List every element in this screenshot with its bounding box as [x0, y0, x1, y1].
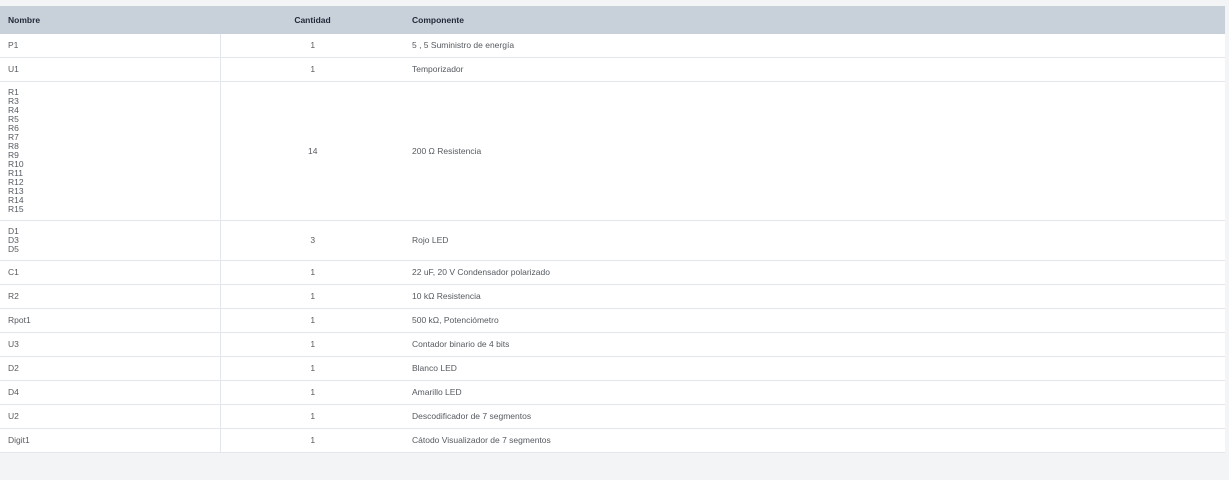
cell-quantity: 1 — [220, 356, 405, 381]
designator: R8 — [8, 141, 19, 151]
designator: Digit1 — [8, 435, 30, 445]
cell-name: Rpot1 — [0, 308, 221, 333]
designator: P1 — [8, 40, 19, 50]
cell-quantity: 3 — [220, 220, 405, 261]
designator: R2 — [8, 291, 19, 301]
designator: D5 — [8, 244, 19, 254]
table-row: P1 1 5 , 5 Suministro de energía — [0, 34, 1225, 58]
table-row: D2 1 Blanco LED — [0, 356, 1225, 381]
cell-component: 10 kΩ Resistencia — [405, 284, 1225, 309]
cell-name: U3 — [0, 332, 221, 357]
cell-quantity: 1 — [220, 380, 405, 405]
cell-quantity: 1 — [220, 34, 405, 58]
cell-component: 200 Ω Resistencia — [405, 81, 1225, 221]
cell-component: 5 , 5 Suministro de energía — [405, 34, 1225, 58]
cell-name: D2 — [0, 356, 221, 381]
cell-component: Contador binario de 4 bits — [405, 332, 1225, 357]
cell-name: D1 D3 D5 — [0, 220, 221, 261]
table-row: U3 1 Contador binario de 4 bits — [0, 332, 1225, 357]
designator: R11 — [8, 168, 23, 178]
designator: R7 — [8, 132, 19, 142]
header-component[interactable]: Componente — [405, 6, 1225, 34]
table-row: Rpot1 1 500 kΩ, Potenciómetro — [0, 308, 1225, 333]
designator: R9 — [8, 150, 19, 160]
cell-component: 22 uF, 20 V Condensador polarizado — [405, 260, 1225, 285]
header-name[interactable]: Nombre — [0, 6, 220, 34]
table-row: C1 1 22 uF, 20 V Condensador polarizado — [0, 260, 1225, 285]
cell-name: U1 — [0, 57, 221, 82]
cell-quantity: 14 — [220, 81, 405, 221]
designator: R13 — [8, 186, 24, 196]
header-row: Nombre Cantidad Componente — [0, 6, 1225, 34]
bom-table: Nombre Cantidad Componente P1 1 5 , 5 Sumi… — [0, 6, 1225, 453]
cell-component: Amarillo LED — [405, 380, 1225, 405]
designator: R12 — [8, 177, 24, 187]
designator: R5 — [8, 114, 19, 124]
cell-quantity: 1 — [220, 260, 405, 285]
table-body: P1 1 5 , 5 Suministro de energía U1 1 Tempori… — [0, 34, 1225, 453]
cell-name: R1 R3 R4 R5 R6 R7 R8 R9 R10 R11 R12 R13 R14 R15 — [0, 81, 221, 221]
cell-quantity: 1 — [220, 332, 405, 357]
designator: R14 — [8, 195, 24, 205]
designator: R4 — [8, 105, 19, 115]
designator: C1 — [8, 267, 19, 277]
header-quantity[interactable]: Cantidad — [220, 6, 405, 34]
cell-quantity: 1 — [220, 284, 405, 309]
designator: U1 — [8, 64, 19, 74]
cell-component: Blanco LED — [405, 356, 1225, 381]
table-row: U1 1 Temporizador — [0, 57, 1225, 82]
cell-component: 500 kΩ, Potenciómetro — [405, 308, 1225, 333]
cell-component: Temporizador — [405, 57, 1225, 82]
designator: U2 — [8, 411, 19, 421]
cell-quantity: 1 — [220, 428, 405, 453]
page-bottom-strip — [0, 474, 1229, 480]
cell-component: Cátodo Visualizador de 7 segmentos — [405, 428, 1225, 453]
cell-name: Digit1 — [0, 428, 221, 453]
designator: U3 — [8, 339, 19, 349]
designator: R6 — [8, 123, 19, 133]
cell-quantity: 1 — [220, 57, 405, 82]
cell-quantity: 1 — [220, 404, 405, 429]
table-row: D4 1 Amarillo LED — [0, 380, 1225, 405]
designator: R1 — [8, 87, 19, 97]
designator: R15 — [8, 204, 24, 214]
designator: D2 — [8, 363, 19, 373]
cell-name: P1 — [0, 34, 221, 58]
table-row: R1 R3 R4 R5 R6 R7 R8 R9 R10 R11 R12 R13 R14 R15 14 200 … — [0, 81, 1225, 221]
bom-table-container: Nombre Cantidad Componente P1 1 5 , 5 Sumi… — [0, 6, 1225, 453]
cell-name: U2 — [0, 404, 221, 429]
designator: D1 — [8, 226, 19, 236]
cell-quantity: 1 — [220, 308, 405, 333]
cell-component: Rojo LED — [405, 220, 1225, 261]
cell-name: C1 — [0, 260, 221, 285]
designator: D3 — [8, 235, 19, 245]
table-row: U2 1 Descodificador de 7 segmentos — [0, 404, 1225, 429]
cell-component: Descodificador de 7 segmentos — [405, 404, 1225, 429]
designator: R10 — [8, 159, 24, 169]
designator: D4 — [8, 387, 19, 397]
table-row: D1 D3 D5 3 Rojo LED — [0, 220, 1225, 261]
cell-name: R2 — [0, 284, 221, 309]
designator: Rpot1 — [8, 315, 31, 325]
table-row: Digit1 1 Cátodo Visualizador de 7 segmento… — [0, 428, 1225, 453]
cell-name: D4 — [0, 380, 221, 405]
designator: R3 — [8, 96, 19, 106]
table-header: Nombre Cantidad Componente — [0, 6, 1225, 34]
table-row: R2 1 10 kΩ Resistencia — [0, 284, 1225, 309]
